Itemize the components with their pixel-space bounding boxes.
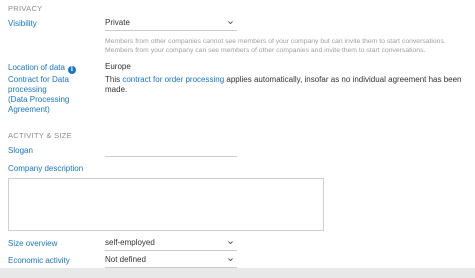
contract-text: This contract for order processing appli… xyxy=(105,75,465,95)
location-label: Location of data i xyxy=(8,63,76,74)
contract-text-suffix-1: applies automatically, insofar as no ind… xyxy=(224,75,462,84)
size-overview-select-value: self-employed xyxy=(105,238,155,247)
info-icon[interactable]: i xyxy=(67,66,76,74)
company-description-label: Company description xyxy=(8,164,84,173)
bottom-bar xyxy=(0,268,475,278)
contract-text-suffix-2: made. xyxy=(105,85,128,94)
contract-label-line-1: Contract for Data xyxy=(8,75,69,84)
contract-link[interactable]: contract for order processing xyxy=(122,75,224,84)
location-label-text: Location of data xyxy=(8,63,65,72)
visibility-hint-2: Members from your company can see member… xyxy=(105,47,426,54)
company-description-textarea[interactable] xyxy=(8,178,324,231)
slogan-label: Slogan xyxy=(8,146,33,155)
chevron-down-icon xyxy=(228,241,233,245)
contract-label-line-4: Agreement) xyxy=(8,105,50,114)
visibility-label: Visibility xyxy=(8,19,37,28)
visibility-select-value: Private xyxy=(105,18,130,27)
privacy-section-header: PRIVACY xyxy=(8,4,43,13)
chevron-down-icon xyxy=(228,258,233,262)
size-overview-label: Size overview xyxy=(8,239,58,248)
location-value: Europe xyxy=(105,62,131,71)
contract-label-line-3: (Data Processing xyxy=(8,95,70,104)
economic-activity-select-value: Not defined xyxy=(105,255,146,264)
activity-section-header: ACTIVITY & SIZE xyxy=(8,131,72,140)
economic-activity-label: Economic activity xyxy=(8,256,70,265)
slogan-input[interactable] xyxy=(105,145,237,157)
visibility-select[interactable]: Private xyxy=(105,17,237,31)
contract-text-prefix: This xyxy=(105,75,123,84)
economic-activity-select[interactable]: Not defined xyxy=(105,254,237,268)
chevron-down-icon xyxy=(228,21,233,25)
contract-label-line-2: processing xyxy=(8,85,47,94)
size-overview-select[interactable]: self-employed xyxy=(105,237,237,251)
contract-label: Contract for Data processing (Data Proce… xyxy=(8,75,69,115)
